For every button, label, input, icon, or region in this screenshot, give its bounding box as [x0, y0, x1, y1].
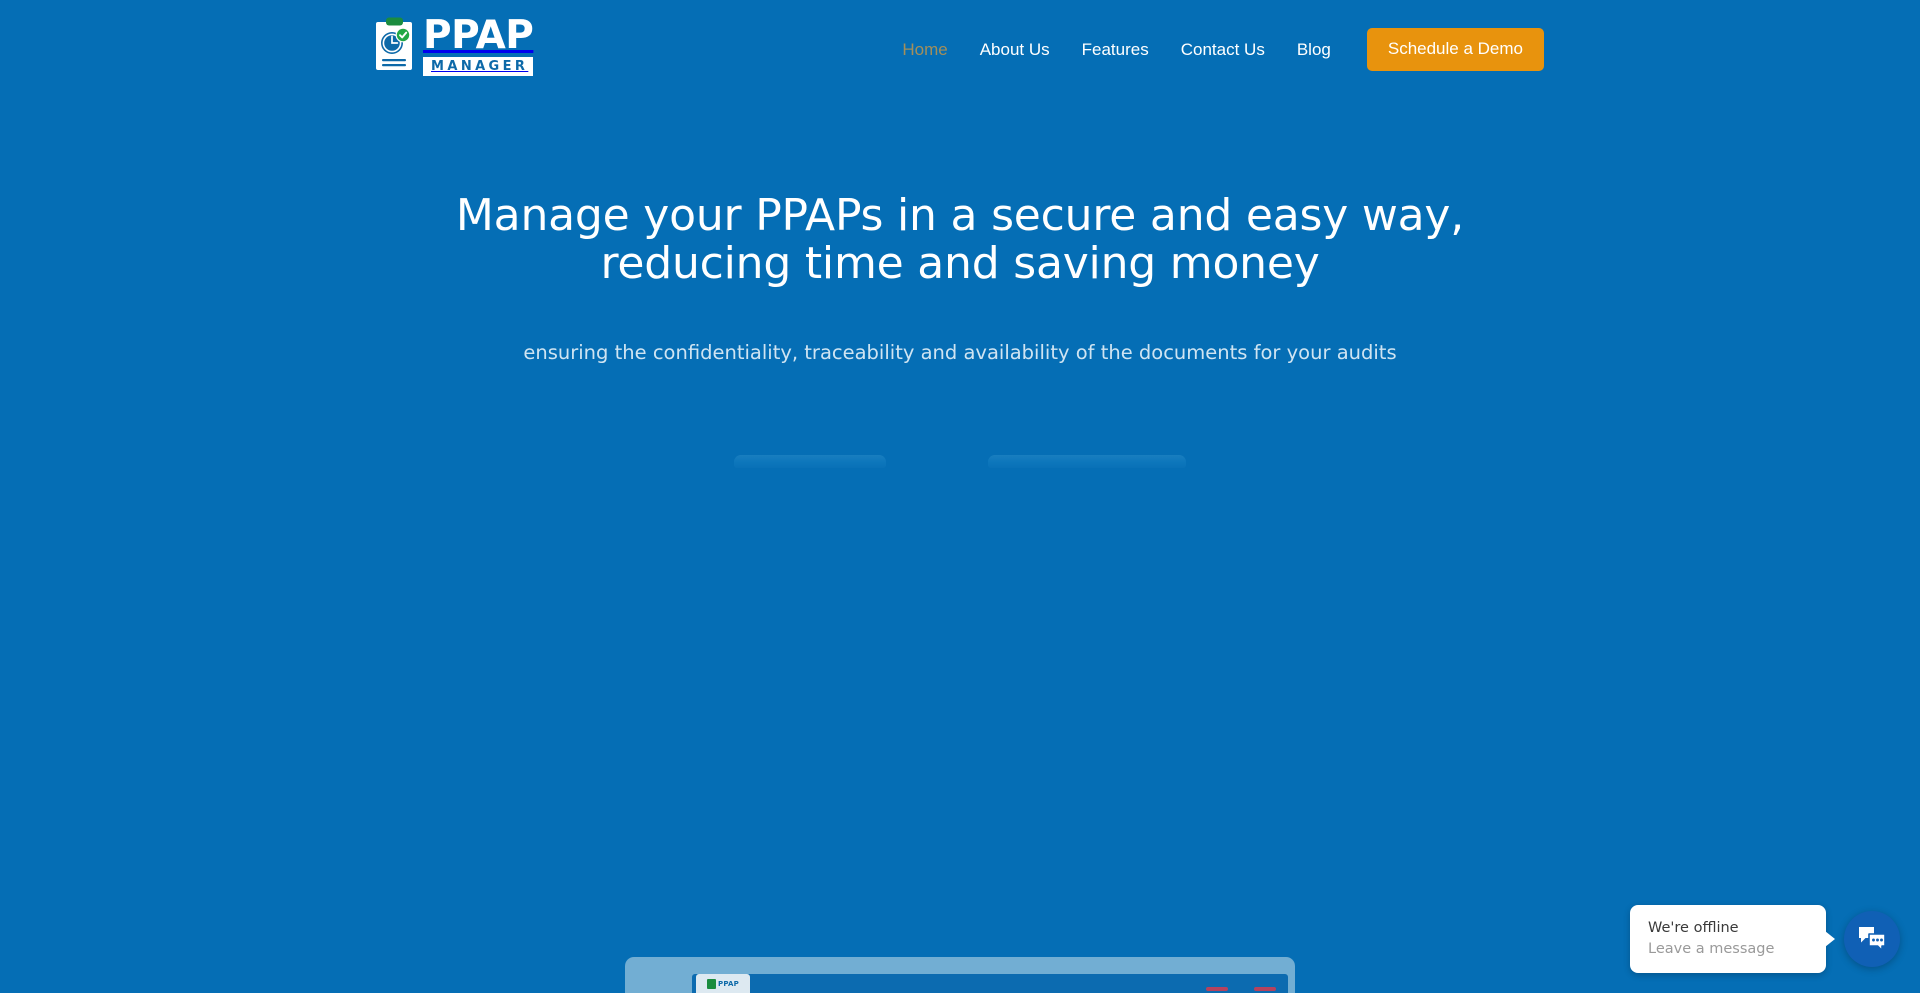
main-navigation: Home About Us Features Contact Us Blog S… [886, 28, 1544, 71]
hero-title-line-2: reducing time and saving money [600, 238, 1320, 289]
brand-logo[interactable]: PPAP MANAGER [374, 13, 534, 76]
app-mockup-toolbar: PPAP [692, 974, 1288, 993]
nav-item-blog[interactable]: Blog [1281, 36, 1347, 64]
hero-section: Manage your PPAPs in a secure and easy w… [0, 100, 1920, 468]
nav-item-about-us[interactable]: About Us [964, 36, 1066, 64]
hero-subtitle: ensuring the confidentiality, traceabili… [523, 341, 1397, 364]
chat-launcher-button[interactable] [1844, 911, 1900, 967]
clipboard-clock-check-icon [374, 16, 418, 72]
app-mockup-logo: PPAP [696, 974, 750, 993]
app-mockup-logo-text: PPAP [718, 979, 739, 988]
hero-title-line-1: Manage your PPAPs in a secure and easy w… [455, 190, 1465, 241]
primary-action-placeholder[interactable] [734, 455, 886, 468]
brand-subtitle: MANAGER [423, 57, 534, 76]
app-mockup-accent-bar [1206, 987, 1228, 991]
hero-actions [0, 438, 1920, 468]
nav-item-features[interactable]: Features [1066, 36, 1165, 64]
app-mockup-accent-bar [1254, 987, 1276, 991]
app-screenshot-mockup: PPAP [625, 957, 1295, 993]
app-mockup-logo-icon [707, 978, 717, 989]
chat-widget: We're offline Leave a message [1630, 905, 1900, 973]
chat-bubbles-icon [1857, 925, 1887, 954]
site-header: PPAP MANAGER Home About Us Features Cont… [0, 0, 1920, 100]
secondary-action-placeholder[interactable] [988, 455, 1186, 468]
schedule-demo-button[interactable]: Schedule a Demo [1366, 28, 1544, 71]
chat-status-bubble[interactable]: We're offline Leave a message [1630, 905, 1835, 973]
nav-item-home[interactable]: Home [886, 36, 963, 64]
chat-status-subtitle: Leave a message [1648, 941, 1775, 957]
hero-title: Manage your PPAPs in a secure and easy w… [0, 190, 1920, 289]
chat-status-title: We're offline [1648, 920, 1739, 936]
app-mockup-accent-bars [1206, 987, 1276, 991]
nav-item-contact-us[interactable]: Contact Us [1165, 36, 1281, 64]
brand-name: PPAP [423, 13, 534, 58]
